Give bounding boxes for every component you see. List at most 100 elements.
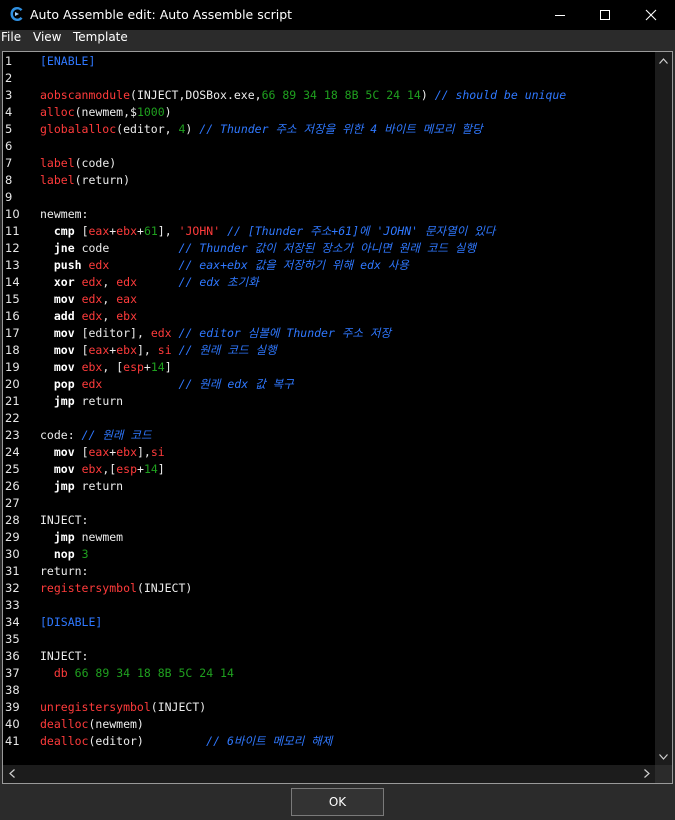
code-token: (INJECT,DOSBox.exe, bbox=[130, 88, 262, 102]
code-text: nop 3 bbox=[40, 546, 89, 563]
code-line: 38 bbox=[3, 682, 655, 699]
code-token: ) bbox=[420, 88, 435, 102]
scroll-corner bbox=[655, 765, 672, 783]
code-token: code: bbox=[40, 428, 82, 442]
code-token: 'JOHN' bbox=[178, 224, 221, 238]
code-text: mov [editor], edx // editor 심볼에 Thunder … bbox=[40, 325, 391, 342]
code-line: 8 label(return) bbox=[3, 172, 655, 189]
minimize-button[interactable] bbox=[537, 0, 583, 30]
code-area[interactable]: 1 [ENABLE] 2 3 aobscanmodule(INJECT,DOSBox.e… bbox=[3, 52, 655, 765]
code-line: 27 bbox=[3, 495, 655, 512]
scroll-up-icon[interactable] bbox=[655, 52, 672, 69]
code-token: jmp bbox=[53, 530, 75, 544]
code-line: 37 db 66 89 34 18 8B 5C 24 14 bbox=[3, 665, 655, 682]
code-token: // Thunder 주소 저장을 위한 4 바이트 메모리 할당 bbox=[199, 122, 483, 136]
code-line: 5 globalalloc(editor, 4) // Thunder 주소 저장… bbox=[3, 121, 655, 138]
code-text: jne code // Thunder 값이 저장된 장소가 아니면 원래 코드… bbox=[40, 240, 476, 257]
code-token: [editor], bbox=[74, 326, 151, 340]
code-token: [DISABLE] bbox=[40, 615, 103, 629]
code-token: // should be unique bbox=[434, 88, 567, 102]
maximize-button[interactable] bbox=[582, 0, 628, 30]
line-number: 3 bbox=[5, 88, 13, 102]
code-token: mov bbox=[53, 292, 75, 306]
title-bar: Auto Assemble edit: Auto Assemble script bbox=[0, 0, 675, 30]
line-number: 12 bbox=[5, 241, 20, 255]
code-line: 24 mov [eax+ebx],si bbox=[3, 444, 655, 461]
code-token: edx bbox=[81, 309, 103, 323]
ok-button[interactable]: OK bbox=[291, 788, 384, 816]
code-token: newmem bbox=[74, 530, 124, 544]
code-token: push bbox=[53, 258, 82, 272]
code-token: nop bbox=[53, 547, 75, 561]
code-token: ) bbox=[185, 122, 200, 136]
code-token: pop bbox=[53, 377, 75, 391]
code-token: + bbox=[137, 462, 144, 476]
line-number: 16 bbox=[5, 309, 20, 323]
code-line: 11 cmp [eax+ebx+61], 'JOHN' // [Thunder … bbox=[3, 223, 655, 240]
line-number: 26 bbox=[5, 479, 20, 493]
line-number: 41 bbox=[5, 734, 20, 748]
code-line: 34 [DISABLE] bbox=[3, 614, 655, 631]
code-line: 28 INJECT: bbox=[3, 512, 655, 529]
line-number: 11 bbox=[5, 224, 20, 238]
code-token: 66 89 34 18 8B 5C 24 14 bbox=[74, 666, 234, 680]
code-token: dealloc bbox=[40, 734, 89, 748]
code-token: INJECT: bbox=[40, 513, 89, 527]
code-token: eax bbox=[88, 224, 110, 238]
code-token: ebx bbox=[116, 445, 137, 459]
code-line: 32 registersymbol(INJECT) bbox=[3, 580, 655, 597]
code-token: ) bbox=[164, 105, 172, 119]
line-number: 36 bbox=[5, 649, 20, 663]
code-token: dealloc bbox=[40, 717, 89, 731]
code-token: esp bbox=[123, 360, 144, 374]
line-number: 25 bbox=[5, 462, 20, 476]
code-token: [ bbox=[74, 343, 89, 357]
code-line: 30 nop 3 bbox=[3, 546, 655, 563]
code-token: aobscanmodule bbox=[40, 88, 131, 102]
code-token: // 원래 edx 값 복구 bbox=[178, 377, 294, 391]
code-token: si bbox=[150, 445, 165, 459]
code-token: [ bbox=[74, 445, 89, 459]
code-token: ], bbox=[137, 445, 151, 459]
line-number: 28 bbox=[5, 513, 20, 527]
code-token: ], bbox=[157, 224, 179, 238]
scroll-left-icon[interactable] bbox=[3, 765, 20, 782]
menu-file[interactable]: File bbox=[1, 30, 21, 44]
horizontal-scrollbar[interactable] bbox=[3, 765, 655, 783]
vertical-scrollbar[interactable] bbox=[655, 52, 672, 765]
line-number: 19 bbox=[5, 360, 20, 374]
scroll-right-icon[interactable] bbox=[638, 765, 655, 782]
menu-template[interactable]: Template bbox=[73, 30, 128, 44]
code-token: return: bbox=[40, 564, 89, 578]
code-text: dealloc(newmem) bbox=[40, 716, 144, 733]
code-line: 2 bbox=[3, 70, 655, 87]
code-text: db 66 89 34 18 8B 5C 24 14 bbox=[40, 665, 234, 682]
code-token: ebx bbox=[81, 462, 103, 476]
code-text: [ENABLE] bbox=[40, 53, 95, 70]
code-token: mov bbox=[53, 326, 75, 340]
line-number: 33 bbox=[5, 598, 20, 612]
code-token: cmp bbox=[53, 224, 75, 238]
code-token: 3 bbox=[81, 547, 89, 561]
code-token: eax bbox=[88, 343, 110, 357]
scroll-down-icon[interactable] bbox=[655, 748, 672, 765]
code-line: 21 jmp return bbox=[3, 393, 655, 410]
line-number: 22 bbox=[5, 411, 20, 425]
script-editor[interactable]: 1 [ENABLE] 2 3 aobscanmodule(INJECT,DOSBox.e… bbox=[2, 51, 673, 784]
close-button[interactable] bbox=[628, 0, 674, 30]
code-token: (INJECT) bbox=[150, 700, 207, 714]
code-line: 16 add edx, ebx bbox=[3, 308, 655, 325]
code-token: 66 89 34 18 8B 5C 24 14 bbox=[261, 88, 421, 102]
code-token: eax bbox=[116, 292, 137, 306]
menu-view[interactable]: View bbox=[33, 30, 61, 44]
code-line: 4 alloc(newmem,$1000) bbox=[3, 104, 655, 121]
